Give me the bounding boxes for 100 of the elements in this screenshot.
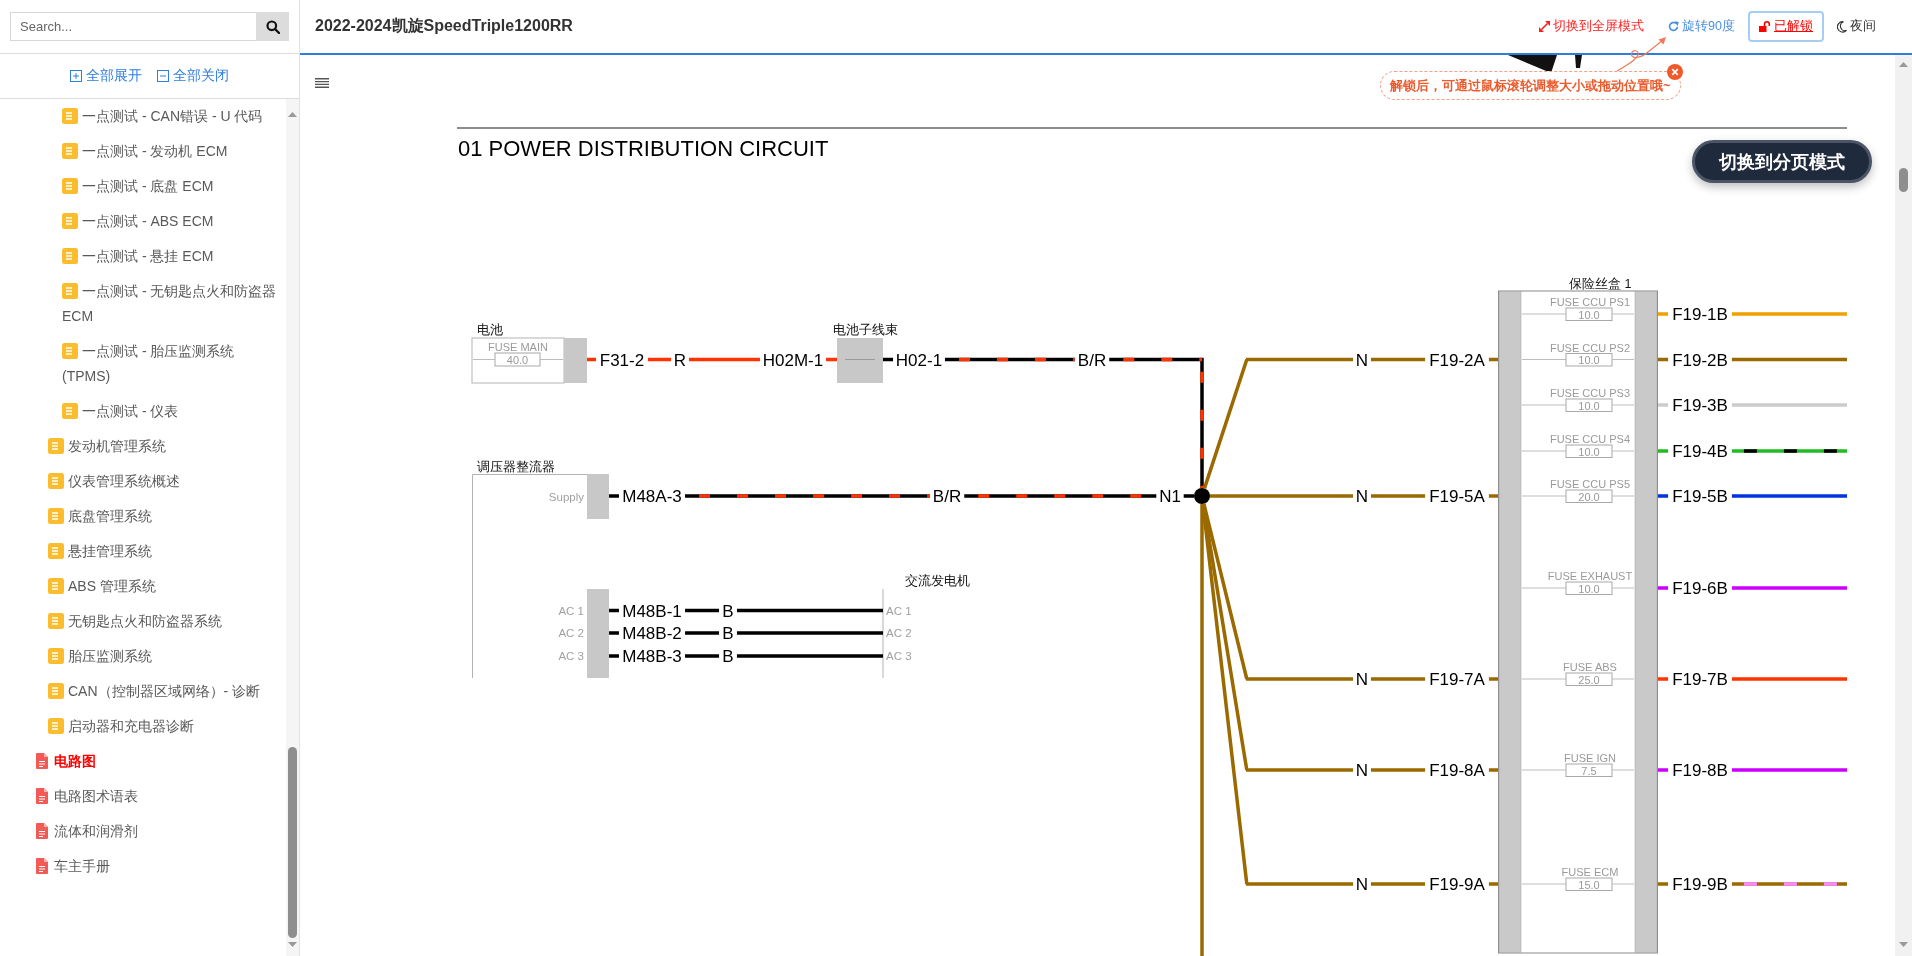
document-icon (48, 473, 64, 489)
fuse-label: FUSE CCU PS2 (1549, 341, 1631, 354)
scroll-down-icon[interactable] (1899, 942, 1908, 947)
scroll-up-icon[interactable] (288, 112, 297, 117)
tree-item[interactable]: 一点测试 - 悬挂 ECM (0, 239, 286, 274)
tree-item[interactable]: 一点测试 - 底盘 ECM (0, 169, 286, 204)
tree-item[interactable]: 电路图 (0, 744, 286, 779)
menu-icon[interactable] (315, 78, 329, 88)
fuse-rating: 20.0 (1578, 490, 1600, 503)
night-mode-button[interactable]: 夜间 (1837, 18, 1876, 35)
file-icon (36, 823, 48, 839)
wire-label: B (722, 624, 734, 643)
plus-square-icon (70, 70, 82, 82)
component-label: 保险丝盒 1 (1569, 277, 1632, 291)
unlock-button[interactable]: 已解锁 (1748, 11, 1824, 42)
component-label: 调压器整流器 (477, 460, 555, 474)
wire-label: R (673, 350, 687, 370)
wire-label: M48B-2 (622, 624, 682, 643)
document-icon (48, 683, 64, 699)
tree-item[interactable]: 一点测试 - 无钥匙点火和防盗器 ECM (0, 274, 286, 334)
fuse-rating: 7.5 (1581, 764, 1597, 777)
open-padlock-icon (1759, 21, 1771, 32)
wire-code-label: N (1355, 670, 1369, 689)
document-icon (62, 143, 78, 159)
file-icon (36, 858, 48, 874)
document-icon (48, 648, 64, 664)
tree-item[interactable]: 一点测试 - 发动机 ECM (0, 134, 286, 169)
wire-label: M48B-3 (622, 647, 682, 666)
connector-label: F19-2A (1429, 350, 1485, 370)
harness-connector (837, 338, 883, 383)
connector-label: F19-4B (1672, 442, 1728, 461)
connector-label: F19-8B (1672, 761, 1728, 780)
fullscreen-button[interactable]: 切换到全屏模式 (1539, 18, 1645, 35)
tree-item[interactable]: 胎压监测系统 (0, 639, 286, 674)
tree-item[interactable]: 发动机管理系统 (0, 429, 286, 464)
document-icon (48, 578, 64, 594)
fuse-rating: 10.0 (1578, 445, 1600, 458)
tree-item[interactable]: 电路图术语表 (0, 779, 286, 814)
connector-label: F19-7B (1672, 670, 1728, 689)
fuse-label: FUSE CCU PS5 (1549, 478, 1631, 490)
search-button[interactable] (256, 12, 289, 41)
tree-item[interactable]: 一点测试 - 仪表 (0, 394, 286, 429)
pin-label: AC 2 (886, 627, 912, 639)
tree-item[interactable]: 仪表管理系统概述 (0, 464, 286, 499)
expand-all-button[interactable]: 全部展开 (70, 67, 142, 85)
tree-item[interactable]: 车主手册 (0, 849, 286, 884)
connector-label: F19-6B (1672, 579, 1728, 598)
tree-item[interactable]: CAN（控制器区域网络）- 诊断 (0, 674, 286, 709)
tree-item[interactable]: 一点测试 - CAN错误 - U 代码 (0, 99, 286, 134)
diagram-title: 01 POWER DISTRIBUTION CIRCUIT (458, 136, 829, 161)
scrollbar-thumb[interactable] (288, 747, 297, 938)
connector-label: F19-9A (1429, 875, 1485, 894)
wire-label: B/R (1077, 350, 1107, 370)
wire-code-label: N (1355, 487, 1369, 506)
tree-item[interactable]: 流体和润滑剂 (0, 814, 286, 849)
collapse-all-button[interactable]: 全部关闭 (157, 67, 229, 85)
fuse-label: FUSE ECM (1561, 866, 1619, 878)
search-field[interactable]: Search... (10, 12, 256, 41)
wire-code-label: N (1355, 761, 1369, 780)
tree-item[interactable]: 启动器和充电器诊断 (0, 709, 286, 744)
component-label: 交流发电机 (905, 574, 970, 588)
document-icon (62, 178, 78, 194)
connector-block (564, 338, 587, 383)
fuse-rating: 10.0 (1578, 354, 1600, 366)
fuse-rating: 15.0 (1578, 878, 1600, 891)
pin-label: AC 3 (886, 650, 912, 662)
connector-label: F19-8A (1429, 761, 1485, 780)
fuse-rating: 10.0 (1578, 399, 1600, 412)
scroll-up-icon[interactable] (1899, 62, 1908, 67)
pin-label: AC 1 (886, 604, 912, 617)
wire-label: B (722, 601, 734, 621)
wire-label: H02M-1 (762, 350, 824, 370)
moon-icon (1837, 20, 1847, 33)
wire-label: M48A-3 (622, 487, 682, 506)
document-icon (62, 343, 78, 359)
tree-item[interactable]: 底盘管理系统 (0, 499, 286, 534)
wire-label: H02-1 (895, 350, 943, 370)
fuse-rating: 10.0 (1578, 308, 1600, 321)
scrollbar-thumb[interactable] (1899, 168, 1908, 192)
tree-item[interactable]: 悬挂管理系统 (0, 534, 286, 569)
connector-label: F19-3B (1672, 396, 1728, 415)
close-icon[interactable] (1667, 64, 1683, 80)
pin-label: Supply (548, 491, 584, 503)
tree-item[interactable]: 一点测试 - 胎压监测系统 (TPMS) (0, 334, 286, 394)
wire-label: F31-2 (599, 350, 645, 370)
document-icon (62, 248, 78, 264)
connector-label: F19-7A (1429, 670, 1485, 689)
connector-block (587, 474, 609, 519)
pin-label: AC 3 (558, 650, 584, 662)
scroll-down-icon[interactable] (288, 942, 297, 947)
tree-item[interactable]: 一点测试 - ABS ECM (0, 204, 286, 239)
fuse-label: FUSE ABS (1563, 661, 1617, 673)
page-mode-button[interactable]: 切换到分页模式 (1692, 140, 1872, 183)
file-icon (36, 753, 48, 769)
tree-item[interactable]: ABS 管理系统 (0, 569, 286, 604)
expand-arrows-icon (1539, 21, 1551, 32)
document-icon (48, 718, 64, 734)
tree-item[interactable]: 无钥匙点火和防盗器系统 (0, 604, 286, 639)
fuse-label: FUSE EXHAUST (1547, 570, 1633, 582)
component-label: 电池子线束 (833, 323, 898, 337)
